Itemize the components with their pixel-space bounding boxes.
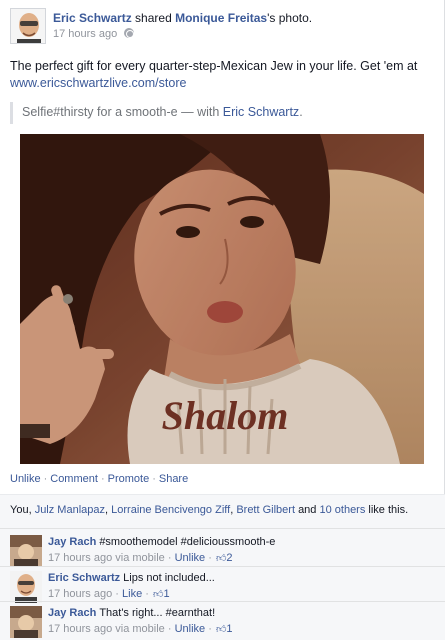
comment-text: That's right... #earnthat! bbox=[99, 607, 216, 619]
commenter-avatar[interactable] bbox=[10, 571, 42, 603]
likes-suffix: like this. bbox=[368, 504, 409, 516]
comment-text: Lips not included... bbox=[123, 572, 215, 584]
message-text: The perfect gift for every quarter-step-… bbox=[10, 59, 418, 73]
commenter-avatar-image bbox=[10, 606, 42, 638]
unlike-link[interactable]: Unlike bbox=[10, 473, 41, 485]
likes-comma: , bbox=[105, 504, 109, 516]
divider bbox=[0, 566, 445, 567]
comment-text: #smoothemodel #delicioussmooth-e bbox=[99, 536, 276, 548]
comment-time[interactable]: 17 hours ago via mobile bbox=[48, 552, 165, 564]
liker-link[interactable]: Brett Gilbert bbox=[236, 504, 295, 516]
globe-icon[interactable] bbox=[124, 28, 135, 38]
action-separator: · bbox=[100, 473, 105, 485]
comment-meta: 17 hours ago via mobile · Unlike · 👍︎1 bbox=[48, 623, 233, 635]
comment-body: Jay Rach That's right... #earnthat! bbox=[48, 607, 215, 619]
divider bbox=[0, 528, 445, 529]
divider bbox=[0, 601, 445, 602]
shared-caption: Selfie#thirsty for a smooth-e — with Eri… bbox=[10, 102, 435, 124]
story-header: Eric Schwartz shared Monique Freitas's p… bbox=[10, 8, 430, 48]
thumbs-up-icon[interactable]: 👍︎ bbox=[216, 552, 226, 564]
feed-story: Eric Schwartz shared Monique Freitas's p… bbox=[0, 0, 445, 640]
story-actions: Unlike · Comment · Promote · Share bbox=[10, 473, 188, 485]
comment-time[interactable]: 17 hours ago via mobile bbox=[48, 623, 165, 635]
commenter-avatar[interactable] bbox=[10, 606, 42, 638]
like-sentence: You, Julz Manlapaz, Lorraine Bencivengo … bbox=[10, 504, 408, 516]
likes-and: and bbox=[298, 504, 317, 516]
comment-like-count[interactable]: 2 bbox=[226, 552, 232, 564]
author-avatar[interactable] bbox=[10, 8, 46, 44]
comment-author-link[interactable]: Eric Schwartz bbox=[48, 572, 120, 584]
feedback-section: You, Julz Manlapaz, Lorraine Bencivengo … bbox=[0, 494, 445, 640]
comment-separator: · bbox=[167, 623, 172, 635]
liker-link[interactable]: Julz Manlapaz bbox=[35, 504, 105, 516]
post-message: The perfect gift for every quarter-step-… bbox=[10, 58, 435, 92]
thumbs-up-icon[interactable]: 👍︎ bbox=[216, 623, 226, 635]
comment-meta: 17 hours ago · Like · 👍︎1 bbox=[48, 588, 170, 600]
caption-tag-link[interactable]: Eric Schwartz bbox=[223, 105, 299, 119]
author-avatar-image bbox=[11, 9, 45, 43]
share-link[interactable]: Share bbox=[159, 473, 188, 485]
comment-body: Jay Rach #smoothemodel #delicioussmooth-e bbox=[48, 536, 275, 548]
comment-item: Jay Rach That's right... #earnthat! 17 ho… bbox=[10, 606, 435, 640]
store-link[interactable]: www.ericschwartzlive.com/store bbox=[10, 76, 186, 90]
comment-separator: · bbox=[167, 552, 172, 564]
likes-comma: , bbox=[230, 504, 234, 516]
comment-unlike-link[interactable]: Unlike bbox=[175, 552, 206, 564]
comment-time[interactable]: 17 hours ago bbox=[48, 588, 112, 600]
caption-end: . bbox=[299, 105, 303, 119]
comment-like-count[interactable]: 1 bbox=[163, 588, 169, 600]
comment-meta: 17 hours ago via mobile · Unlike · 👍︎2 bbox=[48, 552, 233, 564]
promote-link[interactable]: Promote bbox=[108, 473, 150, 485]
comment-unlike-link[interactable]: Unlike bbox=[175, 623, 206, 635]
others-link[interactable]: 10 others bbox=[319, 504, 365, 516]
comment-separator: · bbox=[208, 552, 212, 564]
action-separator: · bbox=[43, 473, 48, 485]
shared-suffix: 's photo. bbox=[267, 11, 313, 25]
action-separator: · bbox=[152, 473, 156, 485]
story-title: Eric Schwartz shared Monique Freitas's p… bbox=[53, 11, 312, 25]
shared-from-link[interactable]: Monique Freitas bbox=[175, 11, 267, 25]
liker-link[interactable]: Lorraine Bencivengo Ziff bbox=[111, 504, 230, 516]
author-link[interactable]: Eric Schwartz bbox=[53, 11, 132, 25]
story-meta: 17 hours ago bbox=[53, 28, 135, 40]
timestamp-link[interactable]: 17 hours ago bbox=[53, 28, 117, 40]
comment-link[interactable]: Comment bbox=[50, 473, 98, 485]
post-photo[interactable]: Shalom bbox=[20, 134, 424, 464]
shared-word: shared bbox=[135, 11, 172, 25]
comment-separator: · bbox=[208, 623, 212, 635]
comment-separator: · bbox=[115, 588, 119, 600]
commenter-avatar-image bbox=[10, 571, 42, 603]
commenter-avatar[interactable] bbox=[10, 535, 42, 567]
likes-prefix: You, bbox=[10, 504, 32, 516]
selfie-photo-image: Shalom bbox=[20, 134, 424, 464]
comment-author-link[interactable]: Jay Rach bbox=[48, 536, 96, 548]
commenter-avatar-image bbox=[10, 535, 42, 567]
comment-separator: · bbox=[145, 588, 149, 600]
comment-body: Eric Schwartz Lips not included... bbox=[48, 572, 215, 584]
comment-author-link[interactable]: Jay Rach bbox=[48, 607, 96, 619]
caption-text: Selfie#thirsty for a smooth-e — with bbox=[22, 105, 220, 119]
thumbs-up-icon[interactable]: 👍︎ bbox=[153, 588, 163, 600]
comment-like-count[interactable]: 1 bbox=[226, 623, 232, 635]
comment-like-link[interactable]: Like bbox=[122, 588, 142, 600]
